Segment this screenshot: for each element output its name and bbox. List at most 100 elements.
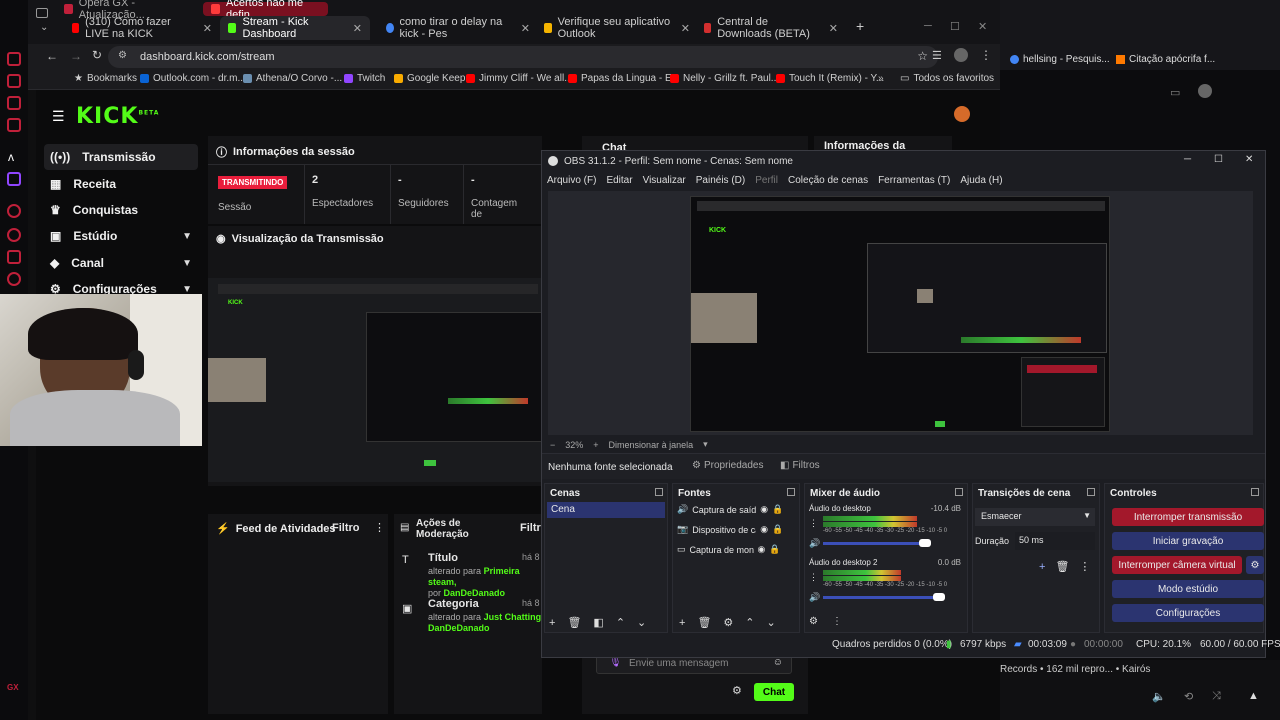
tab-menu-chevron-icon[interactable]: ⌄ xyxy=(40,22,48,33)
hamburger-menu-icon[interactable]: ☰ xyxy=(52,108,65,125)
obs-preview-area[interactable]: KICK xyxy=(548,191,1253,435)
url-input[interactable]: ⚙ dashboard.kick.com/stream ☆ xyxy=(108,46,938,68)
menu-ajuda[interactable]: Ajuda (H) xyxy=(960,175,1002,186)
bookmark-item[interactable]: Touch It (Remix) - Y... xyxy=(776,73,884,84)
dock-float-icon[interactable] xyxy=(1087,488,1095,496)
activity-more-icon[interactable]: ⋮ xyxy=(374,521,385,534)
lock-icon[interactable]: 🔒 xyxy=(769,544,780,555)
workspaces-icon[interactable] xyxy=(36,8,48,18)
close-window-icon[interactable]: ✕ xyxy=(1245,154,1253,165)
menu-paineis[interactable]: Painéis (D) xyxy=(696,175,745,186)
volume-slider-handle[interactable] xyxy=(933,593,945,601)
volume-slider[interactable] xyxy=(823,596,941,599)
scale-mode-select[interactable]: Dimensionar à janela xyxy=(609,440,694,450)
sidebar-item-transmissao[interactable]: ((•)) Transmissão xyxy=(44,144,198,170)
volume-slider[interactable] xyxy=(823,542,927,545)
chat-settings-icon[interactable]: ⚙ xyxy=(732,684,742,697)
expand-icon[interactable]: ▲ xyxy=(1248,690,1259,702)
scene-item[interactable]: Cena xyxy=(547,502,665,518)
close-tab-icon[interactable]: ✕ xyxy=(203,22,212,35)
studio-mode-button[interactable]: Modo estúdio xyxy=(1112,580,1264,598)
tab-kick-dashboard[interactable]: Stream - Kick Dashboard ✕ xyxy=(220,16,370,40)
right-tab-citacao[interactable]: Citação apócrifa f... xyxy=(1116,54,1215,65)
more-icon[interactable]: ⋮ xyxy=(1079,560,1090,573)
source-item[interactable]: ▭ Captura de moni ◉ 🔒 xyxy=(677,544,797,555)
sidebar-item-canal[interactable]: ◆ Canal ▼ xyxy=(44,250,198,276)
all-bookmarks-folder[interactable]: ▭ Todos os favoritos xyxy=(900,73,994,84)
close-tab-icon[interactable]: ✕ xyxy=(521,22,530,35)
extensions-icon[interactable]: ☰ xyxy=(932,49,942,62)
gx-corner-icon[interactable] xyxy=(7,96,21,110)
properties-button[interactable]: ⚙ Propriedades xyxy=(692,460,763,471)
move-up-icon[interactable]: ⌃ xyxy=(745,616,754,629)
add-icon[interactable]: + xyxy=(549,617,555,629)
volume-slider-handle[interactable] xyxy=(919,539,931,547)
profile-avatar[interactable] xyxy=(1198,84,1212,98)
twitch-icon[interactable] xyxy=(7,172,21,186)
reload-icon[interactable]: ↻ xyxy=(92,48,102,62)
bookmark-item[interactable]: Jimmy Cliff - We all... xyxy=(466,73,573,84)
maximize-icon[interactable]: ☐ xyxy=(1214,154,1223,165)
bookmark-item[interactable]: ★ Bookmarks xyxy=(74,73,137,84)
bookmark-item[interactable]: Outlook.com - dr.m... xyxy=(140,73,246,84)
tab-opera[interactable]: Opera GX - Atualização... xyxy=(56,0,196,21)
trash-icon[interactable]: 🗑 xyxy=(567,616,581,629)
gx-control-icon[interactable] xyxy=(7,74,21,88)
user-avatar[interactable] xyxy=(954,106,970,122)
dock-float-icon[interactable] xyxy=(1251,488,1259,496)
gear-icon[interactable]: ⚙ xyxy=(723,616,733,629)
history-icon[interactable] xyxy=(7,204,21,218)
lock-icon[interactable]: 🔒 xyxy=(772,504,783,515)
tab-youtube[interactable]: (310) Como fazer LIVE na KICK ✕ xyxy=(64,16,220,40)
site-info-icon[interactable]: ⚙ xyxy=(118,50,127,61)
add-icon[interactable]: + xyxy=(679,617,685,629)
cast-icon[interactable]: ▭ xyxy=(1170,86,1180,99)
add-icon[interactable]: + xyxy=(1039,561,1045,573)
gear-icon[interactable]: ⚙ xyxy=(809,616,818,627)
bookmark-item[interactable]: Twitch xyxy=(344,73,385,84)
close-tab-icon[interactable]: ✕ xyxy=(681,22,690,35)
source-item[interactable]: 🔊 Captura de saída ◉ 🔒 xyxy=(677,504,797,515)
speaker-icon[interactable]: 🔊 xyxy=(809,592,820,603)
back-icon[interactable]: ← xyxy=(46,49,58,63)
menu-visualizar[interactable]: Visualizar xyxy=(643,175,686,186)
transition-type-select[interactable]: Esmaecer ▼ xyxy=(975,508,1095,526)
dock-float-icon[interactable] xyxy=(955,488,963,496)
menu-perfil[interactable]: Perfil xyxy=(755,175,778,186)
repeat-icon[interactable]: ⟲ xyxy=(1184,690,1193,703)
stream-preview-video[interactable]: KICK xyxy=(208,278,542,482)
zoom-out-icon[interactable]: − xyxy=(550,440,555,450)
start-recording-button[interactable]: Iniciar gravação xyxy=(1112,532,1264,550)
move-down-icon[interactable]: ⌄ xyxy=(637,616,646,629)
shuffle-icon[interactable]: ⤨ xyxy=(1212,690,1221,703)
move-up-icon[interactable]: ⌃ xyxy=(616,616,625,629)
volume-icon[interactable]: 🔈 xyxy=(1152,690,1166,703)
source-item[interactable]: 📷 Dispositivo de ca ◉ 🔒 xyxy=(677,524,797,535)
filters-button[interactable]: ◧ Filtros xyxy=(780,460,820,471)
forward-icon[interactable]: → xyxy=(70,49,82,63)
minimize-icon[interactable]: ─ xyxy=(1184,154,1191,165)
channel-menu-icon[interactable]: ⋮ xyxy=(809,518,818,529)
bookmark-item[interactable]: Athena/O Corvo -... xyxy=(243,73,342,84)
right-tab-hellsing[interactable]: hellsing - Pesquis... xyxy=(1010,54,1110,65)
more-icon[interactable]: ⋮ xyxy=(832,616,842,627)
sidebar-item-receita[interactable]: ▦ Receita xyxy=(44,171,198,197)
duration-input[interactable]: 50 ms xyxy=(1015,532,1095,550)
tab-google-search[interactable]: como tirar o delay na kick - Pes ✕ xyxy=(378,16,538,40)
dock-float-icon[interactable] xyxy=(655,488,663,496)
zoom-in-icon[interactable]: + xyxy=(593,440,598,450)
speaker-icon[interactable]: 🔊 xyxy=(809,538,820,549)
sidebar-item-estudio[interactable]: ▣ Estúdio ▼ xyxy=(44,223,198,249)
kick-logo[interactable]: KICKBETA xyxy=(76,104,159,129)
settings-button[interactable]: Configurações xyxy=(1112,604,1264,622)
close-window-icon[interactable]: ✕ xyxy=(978,20,987,33)
emoji-icon[interactable]: ☺ xyxy=(773,657,783,668)
menu-editar[interactable]: Editar xyxy=(606,175,632,186)
menu-ferramentas[interactable]: Ferramentas (T) xyxy=(878,175,950,186)
stop-virtual-camera-button[interactable]: Interromper câmera virtual xyxy=(1112,556,1242,574)
settings-icon[interactable] xyxy=(7,272,21,286)
trash-icon[interactable]: 🗑 xyxy=(697,616,711,629)
move-down-icon[interactable]: ⌄ xyxy=(767,616,776,629)
obs-preview-canvas[interactable]: KICK xyxy=(690,196,1110,432)
minimize-icon[interactable]: ─ xyxy=(924,20,932,32)
